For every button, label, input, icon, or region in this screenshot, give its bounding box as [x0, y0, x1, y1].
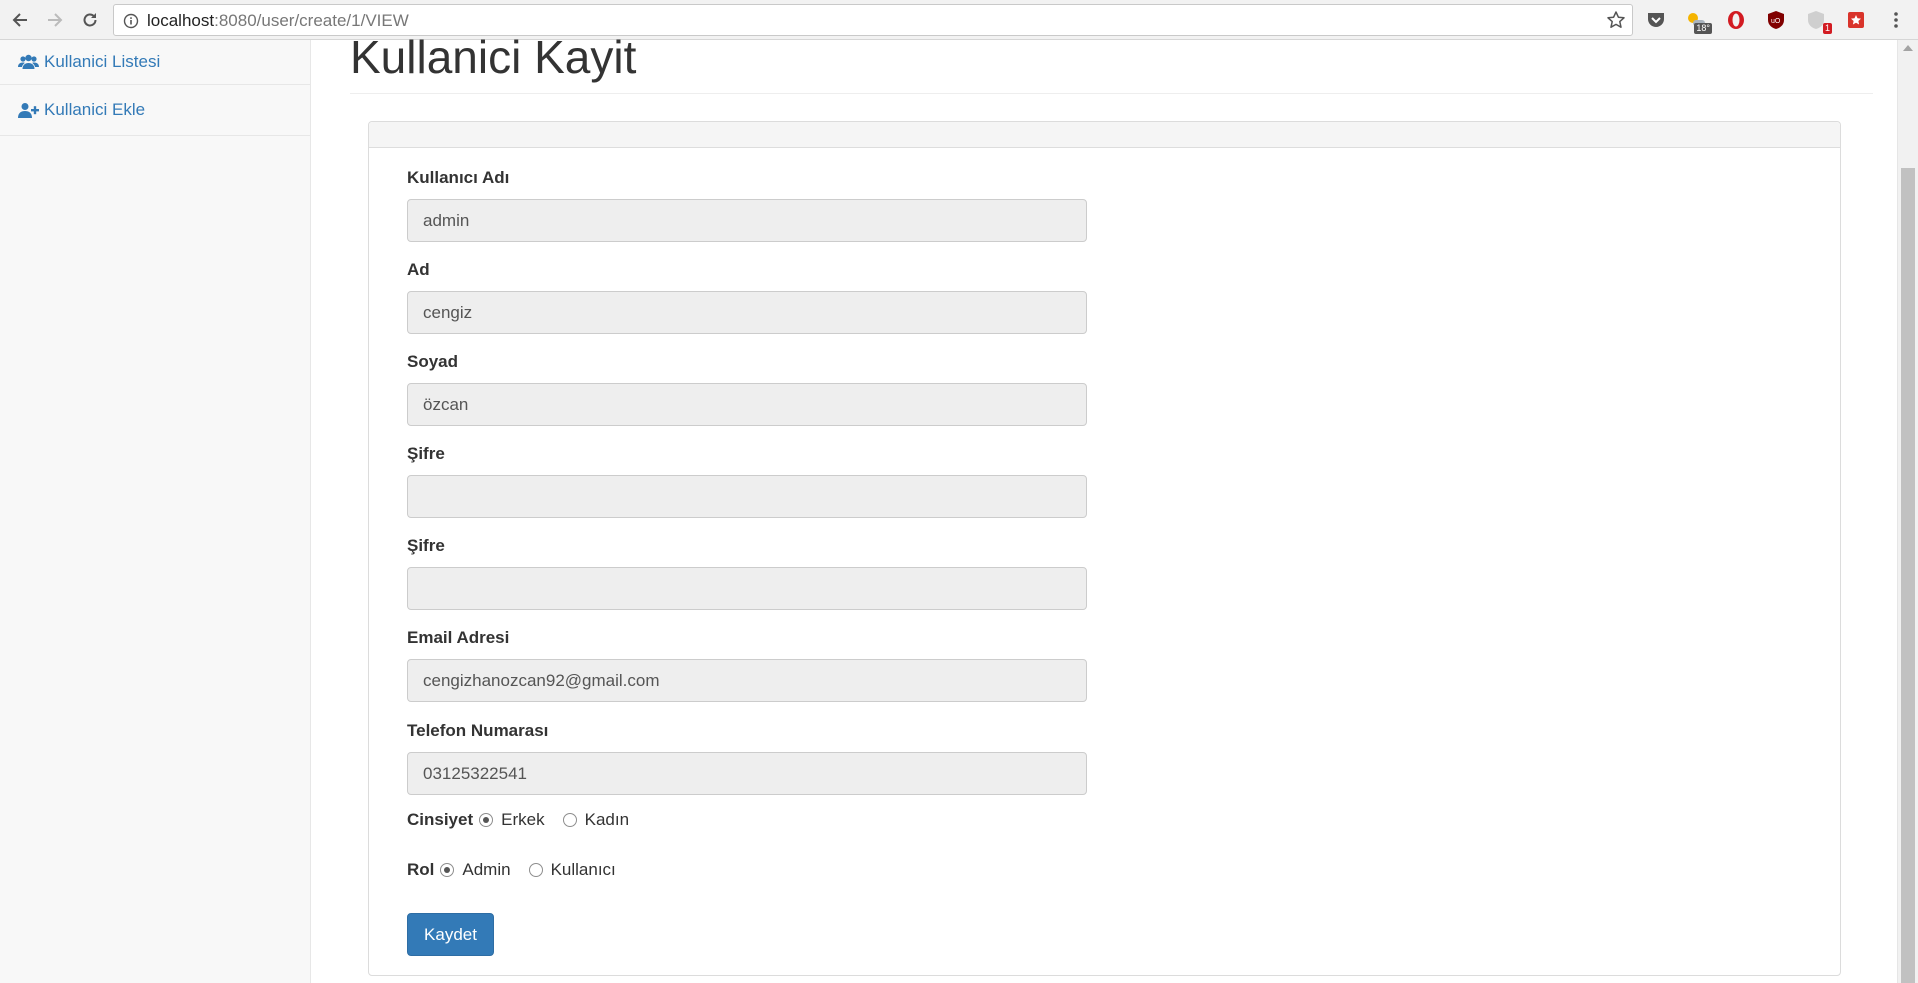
menu-kebab-icon[interactable]	[1884, 8, 1908, 32]
url-host: localhost	[147, 11, 215, 30]
forward-button[interactable]	[43, 8, 67, 32]
role-option-user: Kullanıcı	[550, 860, 616, 879]
role-label: Rol	[407, 860, 435, 879]
scrollbar-thumb[interactable]	[1901, 168, 1915, 983]
role-radio-admin[interactable]	[440, 863, 455, 877]
title-divider	[350, 93, 1873, 94]
opera-extension-icon[interactable]	[1724, 8, 1748, 32]
last-name-label: Soyad	[407, 352, 459, 371]
first-name-field[interactable]: cengiz	[407, 291, 1087, 334]
weather-badge: 18°	[1694, 23, 1712, 34]
pocket-extension-icon[interactable]	[1644, 8, 1668, 32]
panel-heading	[369, 122, 1840, 148]
sidebar-item-user-list[interactable]: Kullanici Listesi	[0, 40, 310, 85]
address-bar[interactable]: localhost:8080/user/create/1/VIEW	[113, 4, 1633, 36]
form-panel: Kullanıcı Adı admin Ad cengiz Soyad özca…	[368, 121, 1841, 976]
gender-option-male: Erkek	[501, 810, 545, 829]
url-path: :8080/user/create/1/VIEW	[214, 11, 409, 30]
last-name-field[interactable]: özcan	[407, 383, 1087, 426]
username-label: Kullanıcı Adı	[407, 168, 510, 187]
sidebar-item-label[interactable]: Kullanici Listesi	[44, 52, 160, 72]
forward-arrow-icon	[48, 13, 63, 27]
save-button[interactable]: Kaydet	[407, 913, 494, 956]
role-radio-user[interactable]	[528, 863, 543, 877]
page-scrollbar[interactable]	[1897, 40, 1918, 983]
gender-radio-group: Cinsiyet Erkek Kadın	[407, 808, 645, 832]
phone-label: Telefon Numarası	[407, 721, 549, 740]
username-field[interactable]: admin	[407, 199, 1087, 242]
phone-field[interactable]: 03125322541	[407, 752, 1087, 795]
gender-radio-female[interactable]	[562, 813, 577, 827]
password-confirm-label: Şifre	[407, 536, 445, 555]
password-confirm-field[interactable]	[407, 567, 1087, 610]
first-name-label: Ad	[407, 260, 430, 279]
role-option-admin: Admin	[462, 860, 511, 879]
url-text: localhost:8080/user/create/1/VIEW	[147, 11, 409, 31]
gender-label: Cinsiyet	[407, 810, 474, 829]
bookmark-extension-icon[interactable]	[1844, 8, 1868, 32]
browser-toolbar: localhost:8080/user/create/1/VIEW 18° uO…	[0, 0, 1918, 40]
svg-text:uO: uO	[1771, 18, 1781, 25]
weather-extension-icon[interactable]: 18°	[1684, 8, 1712, 34]
info-icon[interactable]	[123, 13, 139, 34]
reload-button[interactable]	[78, 8, 102, 32]
user-plus-icon	[18, 101, 40, 119]
ublock-extension-icon[interactable]: uO	[1764, 8, 1788, 32]
back-arrow-icon	[12, 13, 27, 27]
users-icon	[18, 53, 40, 71]
email-label: Email Adresi	[407, 628, 510, 647]
shield-extension-icon[interactable]: 1	[1804, 8, 1832, 34]
back-button[interactable]	[8, 8, 32, 32]
password-field[interactable]	[407, 475, 1087, 518]
email-field[interactable]: cengizhanozcan92@gmail.com	[407, 659, 1087, 702]
bookmark-star-icon[interactable]	[1606, 10, 1626, 35]
notification-badge: 1	[1822, 23, 1832, 34]
page-title: Kullanici Kayit	[350, 31, 637, 83]
sidebar: Kullanici Listesi Kullanici Ekle	[0, 40, 311, 983]
role-radio-group: Rol Admin Kullanıcı	[407, 858, 632, 882]
main-content: Kullanici Kayit Kullanıcı Adı admin Ad c…	[312, 31, 1897, 983]
gender-option-female: Kadın	[584, 810, 630, 829]
reload-icon	[83, 13, 97, 27]
password-label: Şifre	[407, 444, 445, 463]
scroll-up-arrow-icon[interactable]	[1903, 45, 1913, 51]
gender-radio-male[interactable]	[479, 813, 494, 827]
sidebar-item-add-user[interactable]: Kullanici Ekle	[0, 85, 310, 136]
sidebar-item-label[interactable]: Kullanici Ekle	[44, 100, 145, 120]
